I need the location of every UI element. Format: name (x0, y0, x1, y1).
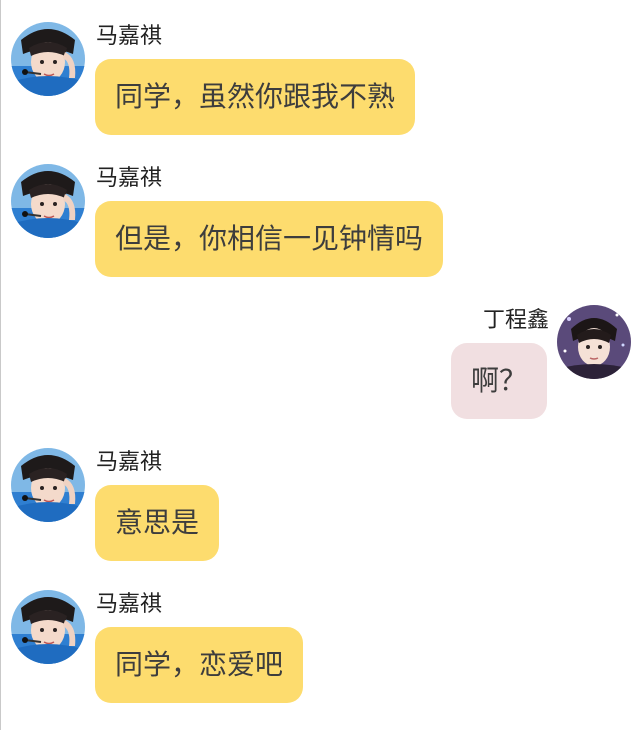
message-item: 马嘉祺 同学，恋爱吧 (1, 0, 640, 715)
avatar[interactable] (11, 590, 85, 664)
sender-name: 马嘉祺 (96, 592, 163, 617)
avatar-image (11, 590, 85, 664)
message-bubble[interactable]: 同学，恋爱吧 (95, 627, 304, 703)
chat-area: 马嘉祺 同学，虽然你跟我不熟 马嘉祺 但是，你相信一见钟情吗 丁程鑫 啊？ 马嘉… (0, 0, 640, 730)
